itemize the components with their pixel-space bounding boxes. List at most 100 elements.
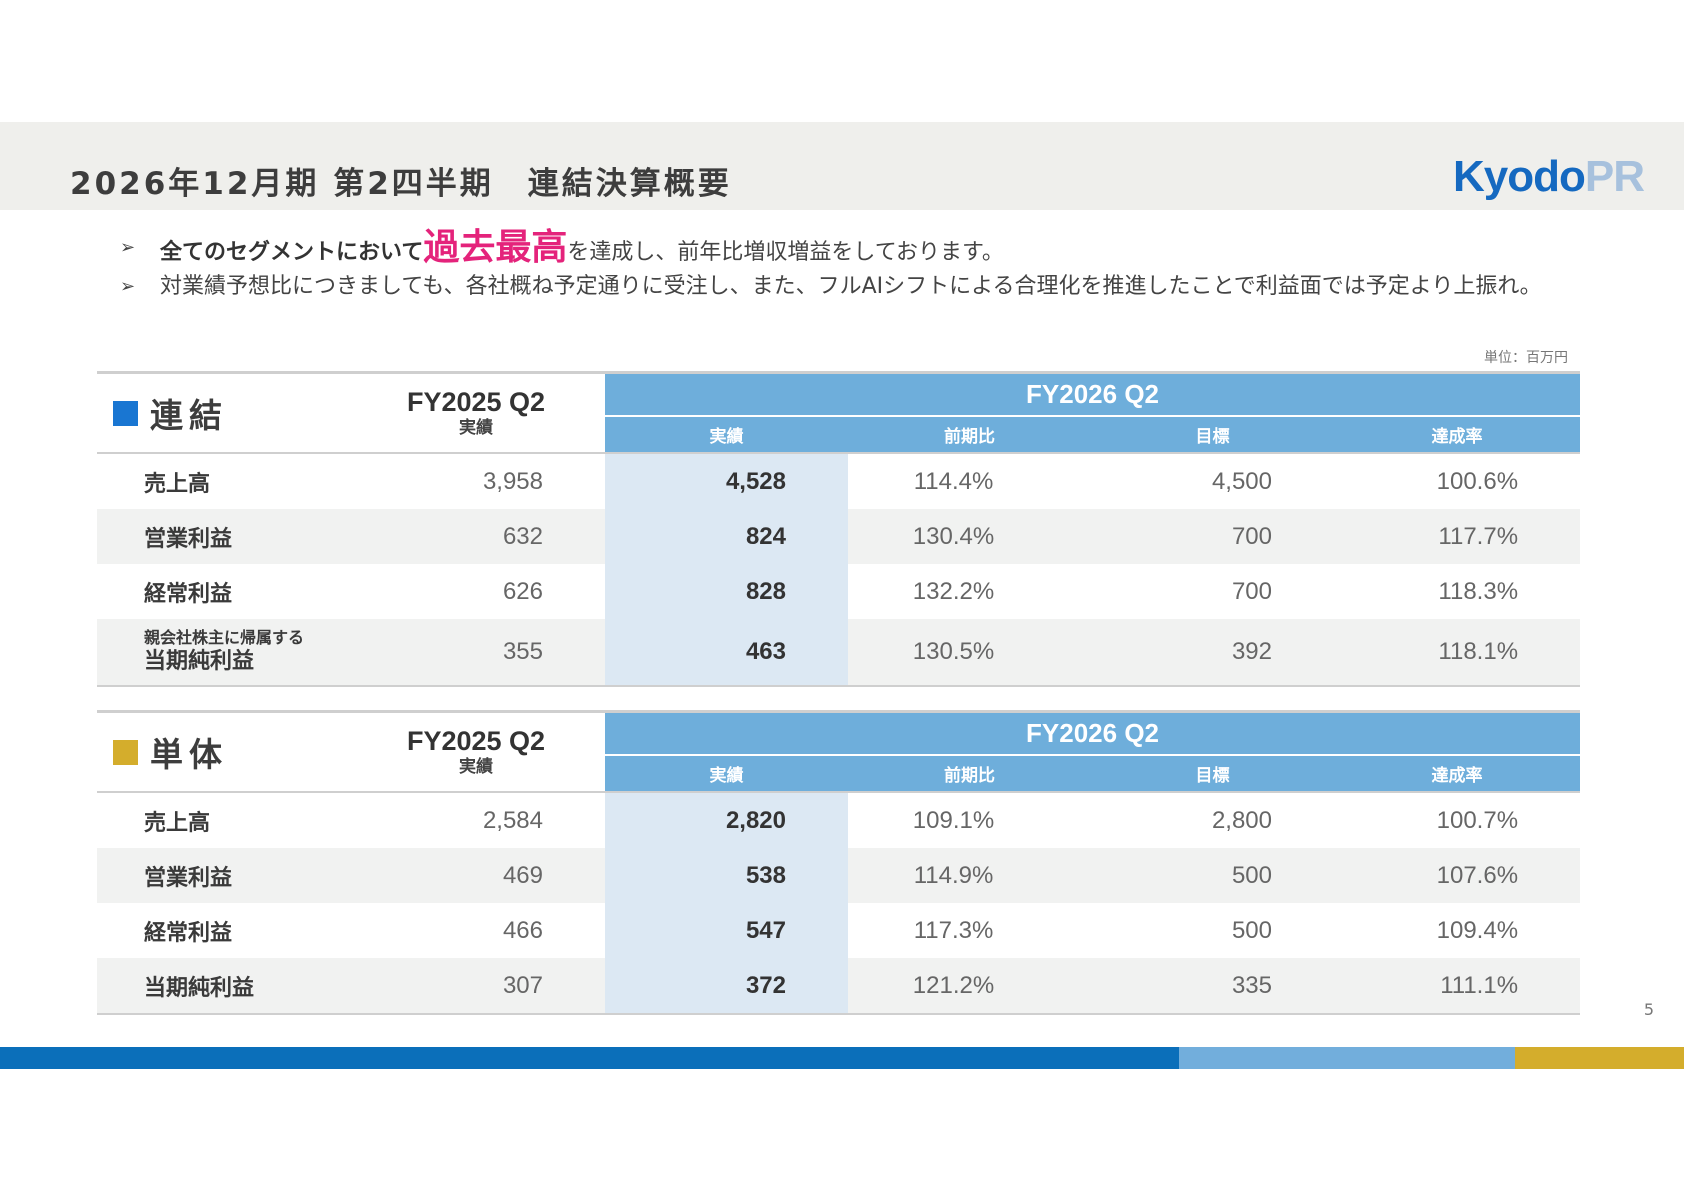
- table-row: 売上高 3,958 4,528 114.4% 4,500 100.6%: [97, 453, 1580, 509]
- achievement-value: 100.7%: [1436, 806, 1519, 834]
- table-row: 営業利益 469 538 114.9% 500 107.6%: [97, 848, 1581, 903]
- yoy-value: 114.9%: [848, 848, 1091, 903]
- row-label: 経常利益: [144, 920, 233, 946]
- col-yoy: 前期比: [848, 755, 1091, 793]
- col-yoy: 前期比: [848, 416, 1091, 454]
- standalone-table: 単体 FY2025 Q2 実績 FY2026 Q2 実績 前期比 目標 達成率 …: [97, 710, 1581, 1015]
- prev-value: 307: [347, 958, 605, 1015]
- bullet-2: ➢ 対業績予想比につきましても、各社概ね予定通りに受注し、また、フルAIシフトに…: [120, 271, 1550, 303]
- actual-value: 547: [605, 903, 848, 958]
- target-value: 2,800: [1211, 806, 1272, 834]
- row-label: 経常利益: [144, 581, 233, 607]
- unit-note: 単位：百万円: [1484, 350, 1568, 366]
- row-label: 営業利益: [97, 848, 347, 903]
- cur-year-header: FY2026 Q2: [605, 710, 1581, 756]
- row-label: 売上高: [144, 810, 211, 836]
- table-row: 営業利益 632 824 130.4% 700 117.7%: [97, 509, 1581, 564]
- square-icon: [113, 400, 138, 426]
- prev-value: 626: [502, 577, 543, 605]
- row-label: 売上高: [144, 471, 211, 497]
- achievement-value: 118.1%: [1334, 619, 1581, 687]
- actual-value: 828: [605, 564, 848, 619]
- achievement-value: 118.3%: [1438, 577, 1519, 605]
- bullet-1-rest: を達成し、前年比増収増益をしております。: [567, 240, 1004, 265]
- square-icon: [113, 739, 138, 765]
- actual-value: 372: [605, 958, 848, 1015]
- prev-year-header: FY2025 Q2 実績: [347, 371, 605, 454]
- footer-segment-gold: [1515, 1047, 1684, 1069]
- row-label: 親会社株主に帰属する 当期純利益: [97, 619, 347, 687]
- actual-value: 463: [605, 619, 848, 687]
- prev-value: 632: [347, 509, 605, 564]
- achievement-value: 100.6%: [1436, 467, 1519, 495]
- cur-year-header: FY2026 Q2: [605, 371, 1581, 417]
- yoy-value: 132.2%: [912, 577, 995, 605]
- prev-actual-label: 実績: [459, 756, 493, 777]
- prev-value: 2,584: [482, 806, 543, 834]
- prev-year-header: FY2025 Q2 実績: [347, 710, 605, 793]
- row-label: 当期純利益: [97, 958, 347, 1015]
- col-achievement: 達成率: [1334, 755, 1581, 793]
- row-label-small: 親会社株主に帰属する: [144, 628, 305, 647]
- prev-value: 466: [502, 916, 543, 944]
- yoy-value: 130.4%: [848, 509, 1091, 564]
- col-achievement: 達成率: [1334, 416, 1581, 454]
- row-label-main: 当期純利益: [144, 649, 255, 674]
- col-actual: 実績: [605, 755, 848, 793]
- yoy-value: 114.4%: [913, 467, 994, 495]
- bullet-1: ➢ 全てのセグメントにおいて過去最高を達成し、前年比増収増益をしております。: [120, 230, 1550, 269]
- company-logo: KyodoPR: [1453, 152, 1645, 202]
- footer-color-bar: [0, 1047, 1684, 1069]
- prev-value: 469: [347, 848, 605, 903]
- table-row: 当期純利益 307 372 121.2% 335 111.1%: [97, 958, 1581, 1015]
- arrow-bullet-icon: ➢: [120, 276, 136, 297]
- col-target: 目標: [1091, 755, 1334, 793]
- yoy-value: 121.2%: [848, 958, 1091, 1015]
- footer-segment-blue: [0, 1047, 1179, 1069]
- col-actual: 実績: [605, 416, 848, 454]
- section-header-consolidated: 連結: [97, 371, 347, 454]
- actual-value: 824: [605, 509, 848, 564]
- table-row: 親会社株主に帰属する 当期純利益 355 463 130.5% 392 118.…: [97, 619, 1581, 687]
- target-value: 335: [1091, 958, 1334, 1015]
- col-target: 目標: [1091, 416, 1334, 454]
- yoy-value: 117.3%: [913, 916, 994, 944]
- arrow-bullet-icon: ➢: [120, 237, 136, 258]
- prev-fy-label: FY2025 Q2: [406, 387, 546, 418]
- target-value: 700: [1091, 509, 1334, 564]
- actual-value: 4,528: [605, 453, 848, 509]
- achievement-value: 117.7%: [1334, 509, 1581, 564]
- target-value: 700: [1231, 577, 1272, 605]
- logo-main: Kyodo: [1453, 152, 1586, 201]
- section-title: 単体: [150, 735, 228, 774]
- target-value: 4,500: [1211, 467, 1272, 495]
- target-value: 392: [1091, 619, 1334, 687]
- bullet-1-highlight: 過去最高: [423, 227, 568, 268]
- consolidated-table: 連結 FY2025 Q2 実績 FY2026 Q2 実績 前期比 目標 達成率 …: [97, 371, 1581, 687]
- target-value: 500: [1091, 848, 1334, 903]
- table-row: 売上高 2,584 2,820 109.1% 2,800 100.7%: [97, 792, 1580, 848]
- row-label: 営業利益: [97, 509, 347, 564]
- footer-segment-lightblue: [1179, 1047, 1515, 1069]
- actual-value: 2,820: [605, 792, 848, 848]
- achievement-value: 111.1%: [1334, 958, 1581, 1015]
- yoy-value: 109.1%: [912, 806, 995, 834]
- table-row: 経常利益 626 828 132.2% 700 118.3%: [97, 564, 1580, 619]
- actual-value: 538: [605, 848, 848, 903]
- prev-value: 3,958: [482, 467, 543, 495]
- prev-fy-label: FY2025 Q2: [406, 726, 546, 757]
- page-title: 2026年12月期 第2四半期 連結決算概要: [70, 166, 732, 202]
- achievement-value: 107.6%: [1334, 848, 1581, 903]
- logo-sub: PR: [1584, 152, 1645, 201]
- achievement-value: 109.4%: [1436, 916, 1519, 944]
- prev-value: 355: [347, 619, 605, 687]
- bullet-1-strong: 全てのセグメントにおいて: [160, 240, 424, 265]
- section-title: 連結: [150, 396, 228, 435]
- table-row: 経常利益 466 547 117.3% 500 109.4%: [97, 903, 1580, 958]
- section-header-standalone: 単体: [97, 710, 347, 793]
- page-number: 5: [1643, 1000, 1654, 1019]
- yoy-value: 130.5%: [848, 619, 1091, 687]
- summary-bullets: ➢ 全てのセグメントにおいて過去最高を達成し、前年比増収増益をしております。 ➢…: [120, 230, 1550, 303]
- bullet-2-text: 対業績予想比につきましても、各社概ね予定通りに受注し、また、フルAIシフトによる…: [160, 274, 1542, 299]
- prev-actual-label: 実績: [459, 417, 493, 438]
